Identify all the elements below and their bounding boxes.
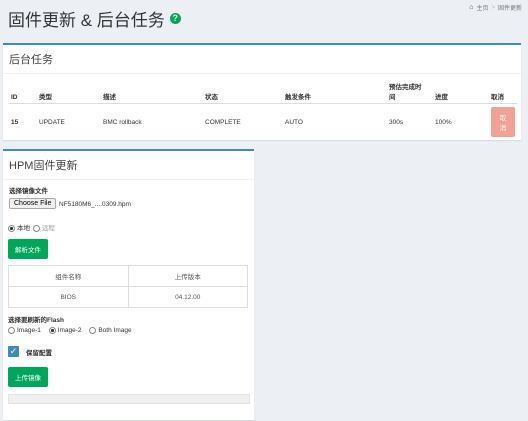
components-header-row: 组件名称 上传版本 <box>8 265 248 287</box>
choose-file-button[interactable]: Choose File <box>9 198 57 209</box>
col-status: 状态 <box>203 79 283 104</box>
breadcrumb-current: 固件更新 <box>497 6 522 12</box>
flash-both-label: Both Image <box>98 327 132 335</box>
col-trigger: 触发条件 <box>283 79 387 104</box>
col-upload-version: 上传版本 <box>127 265 248 287</box>
table-row: 15 UPDATE BMC rollback COMPLETE AUTO 300… <box>9 104 517 141</box>
source-remote-label: 远程 <box>41 225 55 232</box>
source-local-radio[interactable] <box>8 224 15 232</box>
source-local-label: 本地 <box>17 225 30 232</box>
upload-image-button[interactable]: 上传镜像 <box>8 367 48 387</box>
select-file-label: 选择镜像文件 <box>9 188 48 195</box>
page-title-text: 固件更新 & 后台任务 <box>8 11 165 30</box>
breadcrumb: ⌂ 主页 > 固件更新 <box>469 3 522 12</box>
flash-image2-label: Image-2 <box>57 327 82 335</box>
page-title: 固件更新 & 后台任务 ? <box>8 6 181 31</box>
table-row: BIOS 04.12.00 <box>8 286 248 308</box>
source-radio-group: 本地 远程 <box>8 222 55 232</box>
col-component-name: 组件名称 <box>8 265 129 287</box>
breadcrumb-separator: > <box>491 4 495 11</box>
component-version: 04.12.00 <box>127 286 248 308</box>
col-id: ID <box>9 79 37 104</box>
keep-config-checkbox[interactable]: ✓ <box>8 346 19 357</box>
task-eta: 300s <box>389 118 404 126</box>
flash-both-radio[interactable] <box>89 327 97 334</box>
question-circle-icon[interactable]: ? <box>169 13 181 24</box>
upload-progress-bar <box>8 394 250 404</box>
col-eta: 预估完成时间 <box>387 79 433 104</box>
task-trigger: AUTO <box>285 118 303 126</box>
home-icon: ⌂ <box>469 4 474 11</box>
parse-file-button[interactable]: 解析文件 <box>8 239 48 259</box>
source-remote-radio[interactable] <box>32 224 40 232</box>
background-tasks-panel: 后台任务 ID 类型 描述 状态 触发条件 预估完成时间 进度 取消 15 UP… <box>3 43 521 140</box>
task-id: 15 <box>11 118 19 126</box>
tasks-header-row: ID 类型 描述 状态 触发条件 预估完成时间 进度 取消 <box>9 79 517 104</box>
flash-image1-radio[interactable] <box>8 327 15 334</box>
components-table: 组件名称 上传版本 BIOS 04.12.00 <box>8 265 248 308</box>
task-cancel-cell: 取消 <box>489 104 517 141</box>
component-name: BIOS <box>8 286 129 308</box>
task-type: UPDATE <box>39 118 65 126</box>
keep-config-label: 保留配置 <box>26 350 52 357</box>
task-status: COMPLETE <box>205 118 241 126</box>
flash-image2-radio[interactable] <box>48 327 56 334</box>
task-progress: 100% <box>435 118 452 126</box>
col-type: 类型 <box>37 79 101 104</box>
background-tasks-title: 后台任务 <box>3 45 521 74</box>
hpm-update-title: HPM固件更新 <box>3 151 254 180</box>
task-desc: BMC rollback <box>103 118 142 126</box>
check-icon: ✓ <box>9 346 18 356</box>
col-desc: 描述 <box>101 79 203 104</box>
tasks-table: ID 类型 描述 状态 触发条件 预估完成时间 进度 取消 15 UPDATE … <box>9 79 517 140</box>
col-progress: 进度 <box>433 79 489 104</box>
flash-select-label: 选择要刷新的Flash <box>8 317 64 324</box>
breadcrumb-home[interactable]: 主页 <box>476 3 488 12</box>
flash-image1-label: Image-1 <box>17 327 41 335</box>
cancel-task-button[interactable]: 取消 <box>491 107 515 137</box>
selected-file-name: NF5180M6_....0309.hpm <box>59 201 131 208</box>
col-cancel: 取消 <box>489 79 517 104</box>
flash-radio-group: Image-1 Image-2 Both Image <box>8 327 132 334</box>
